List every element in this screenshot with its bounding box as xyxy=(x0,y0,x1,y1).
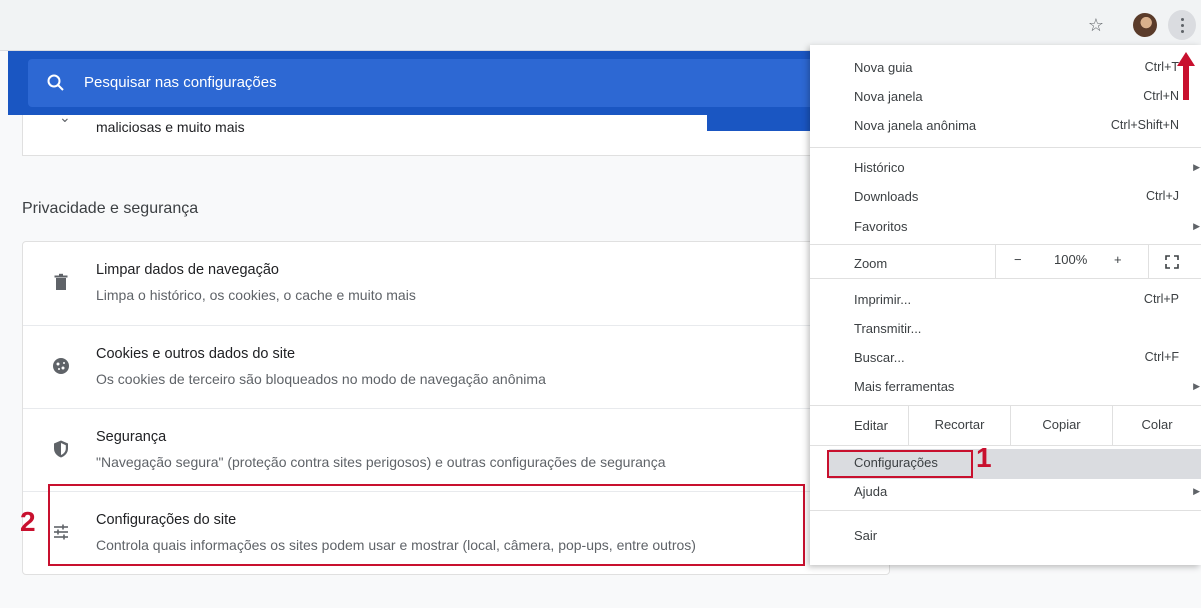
chevron-down-icon: ⌄ xyxy=(59,109,71,125)
row-title: Segurança xyxy=(96,429,167,445)
menu-item-find[interactable]: Buscar... xyxy=(854,350,905,365)
shortcut-find: Ctrl+F xyxy=(1144,350,1179,364)
kebab-dot-icon xyxy=(1180,24,1184,27)
chevron-right-icon: ▶ xyxy=(1193,486,1200,496)
annotation-arrow-up-icon xyxy=(1177,52,1195,100)
menu-divider xyxy=(810,278,1201,279)
menu-divider xyxy=(810,445,1201,446)
chrome-menu-button[interactable] xyxy=(1168,10,1196,40)
browser-toolbar: ☆ xyxy=(0,0,1201,51)
menu-item-copy[interactable]: Copiar xyxy=(1010,405,1112,445)
zoom-out-button[interactable]: − xyxy=(1014,252,1022,267)
menu-divider xyxy=(810,510,1201,511)
row-description: Limpa o histórico, os cookies, o cache e… xyxy=(96,287,416,303)
shortcut-downloads: Ctrl+J xyxy=(1146,189,1179,203)
menu-item-cut[interactable]: Recortar xyxy=(908,405,1010,445)
shortcut-new-tab: Ctrl+T xyxy=(1144,60,1179,74)
settings-row-cookies[interactable]: Cookies e outros dados do site Os cookie… xyxy=(23,325,889,409)
menu-item-paste[interactable]: Colar xyxy=(1112,405,1201,445)
search-input[interactable]: Pesquisar nas configurações xyxy=(28,59,868,107)
chevron-right-icon: ▶ xyxy=(1193,381,1200,391)
previous-card-button[interactable] xyxy=(707,115,817,131)
shortcut-incognito: Ctrl+Shift+N xyxy=(1110,118,1179,132)
menu-item-incognito[interactable]: Nova janela anônima xyxy=(854,118,976,133)
menu-item-help[interactable]: Ajuda xyxy=(854,484,887,499)
settings-row-clear-data[interactable]: Limpar dados de navegação Limpa o histór… xyxy=(23,242,889,325)
row-description: "Navegação segura" (proteção contra site… xyxy=(96,454,666,470)
menu-item-print[interactable]: Imprimir... xyxy=(854,292,911,307)
profile-avatar[interactable] xyxy=(1133,13,1157,37)
search-placeholder: Pesquisar nas configurações xyxy=(84,74,277,91)
row-title: Cookies e outros dados do site xyxy=(96,346,296,362)
previous-settings-card: ⌄ maliciosas e muito mais xyxy=(22,109,890,156)
menu-item-exit[interactable]: Sair xyxy=(854,528,877,543)
annotation-step-1: 1 xyxy=(976,442,992,473)
menu-divider xyxy=(810,147,1201,148)
menu-item-more-tools[interactable]: Mais ferramentas xyxy=(854,379,954,394)
kebab-dot-icon xyxy=(1180,30,1184,33)
cookie-icon xyxy=(53,358,69,374)
menu-item-history[interactable]: Histórico xyxy=(854,160,905,175)
search-icon xyxy=(47,74,64,91)
annotation-box-site-settings xyxy=(48,484,805,566)
zoom-controls: − 100% + xyxy=(995,244,1149,278)
chrome-menu: Nova guia Ctrl+T Nova janela Ctrl+N Nova… xyxy=(810,45,1201,565)
trash-icon xyxy=(54,273,68,290)
chevron-right-icon: ▶ xyxy=(1193,221,1200,231)
chevron-right-icon: ▶ xyxy=(1193,162,1200,172)
annotation-step-2: 2 xyxy=(20,506,36,537)
settings-row-security[interactable]: Segurança "Navegação segura" (proteção c… xyxy=(23,408,889,492)
annotation-box-settings xyxy=(827,450,973,478)
menu-item-edit-label: Editar xyxy=(854,418,888,433)
menu-item-downloads[interactable]: Downloads xyxy=(854,189,918,204)
previous-card-text: maliciosas e muito mais xyxy=(96,119,245,135)
zoom-level: 100% xyxy=(1054,252,1088,267)
zoom-in-button[interactable]: + xyxy=(1114,252,1122,267)
row-title: Limpar dados de navegação xyxy=(96,262,279,278)
kebab-dot-icon xyxy=(1180,18,1184,21)
shortcut-print: Ctrl+P xyxy=(1143,292,1179,306)
fullscreen-icon[interactable] xyxy=(1165,255,1179,269)
shield-icon xyxy=(54,440,68,458)
menu-item-zoom-label: Zoom xyxy=(854,256,888,271)
menu-item-new-tab[interactable]: Nova guia xyxy=(854,60,913,75)
menu-item-new-window[interactable]: Nova janela xyxy=(854,89,923,104)
row-description: Os cookies de terceiro são bloqueados no… xyxy=(96,371,546,387)
menu-item-bookmarks[interactable]: Favoritos xyxy=(854,219,907,234)
menu-item-cast[interactable]: Transmitir... xyxy=(854,321,921,336)
section-title: Privacidade e segurança xyxy=(22,200,199,217)
shortcut-new-window: Ctrl+N xyxy=(1143,89,1179,103)
bookmark-star-icon[interactable]: ☆ xyxy=(1085,14,1107,36)
